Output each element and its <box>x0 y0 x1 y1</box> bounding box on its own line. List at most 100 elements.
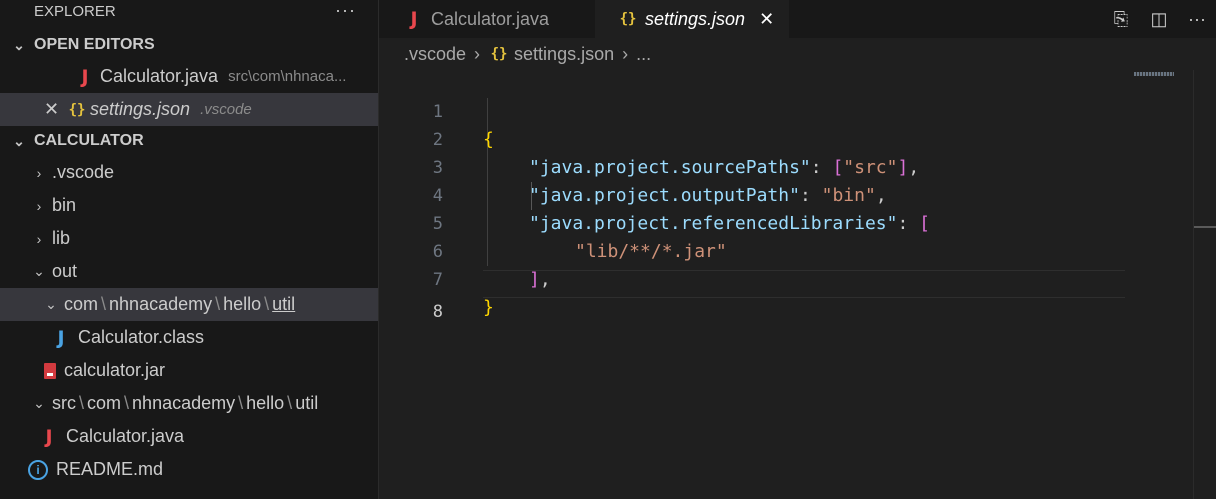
json-string: "bin" <box>821 185 876 206</box>
chevron-right-icon: › <box>622 43 629 64</box>
code-line: 6 ], <box>379 210 551 290</box>
json-key: "java.project.sourcePaths" <box>529 157 811 178</box>
path-separator: \ <box>124 393 130 413</box>
open-editor-settings-json[interactable]: ✕ {} settings.json .vscode <box>0 93 378 126</box>
close-icon[interactable]: ✕ <box>44 99 64 120</box>
project-section[interactable]: ⌄ CALCULATOR <box>0 126 378 156</box>
chevron-down-icon: ⌄ <box>33 395 45 411</box>
project-label: CALCULATOR <box>34 132 144 149</box>
path-segment: nhnacademy <box>132 393 236 413</box>
path-segment: nhnacademy <box>109 294 213 314</box>
code-line: 1 { <box>379 70 494 150</box>
chevron-right-icon: › <box>474 43 481 64</box>
java-file-icon: J <box>410 8 418 30</box>
explorer-title: EXPLORER <box>34 3 116 20</box>
open-editors-section[interactable]: ⌄ OPEN EDITORS <box>0 30 378 60</box>
json-file-icon: {} <box>490 46 508 62</box>
path-segment: hello <box>246 393 285 413</box>
tree-file-calculator-jar[interactable]: calculator.jar <box>0 354 378 387</box>
chevron-down-icon: ⌄ <box>33 263 45 279</box>
code-editor[interactable]: 1 { 2 "java.project.sourcePaths": ["src"… <box>379 70 1216 499</box>
tree-file-readme[interactable]: i README.md <box>0 453 378 486</box>
tree-item-label: .vscode <box>52 162 115 182</box>
chevron-down-icon: ⌄ <box>13 132 25 149</box>
code-line: 3 "java.project.outputPath": "bin", <box>379 126 887 206</box>
breadcrumb-folder[interactable]: .vscode <box>404 44 466 65</box>
path-separator: \ <box>79 393 85 413</box>
tree-file-calculator-java[interactable]: J Calculator.java <box>0 420 378 453</box>
tree-item-label: Calculator.java <box>66 426 185 446</box>
path-separator: \ <box>238 393 244 413</box>
tab-settings-json[interactable]: {} settings.json ✕ <box>595 0 789 38</box>
open-editor-name: settings.json <box>90 99 191 119</box>
tab-label: settings.json <box>645 8 746 29</box>
tree-folder-com-nhnacademy-hello-util[interactable]: ⌄ com \ nhnacademy \ hello \ util <box>0 288 378 321</box>
java-class-icon: J <box>57 326 65 349</box>
tree-folder-lib[interactable]: › lib <box>0 222 378 255</box>
breadcrumb-file[interactable]: settings.json <box>514 44 614 65</box>
open-editor-path: .vscode <box>200 101 252 118</box>
open-editor-name: Calculator.java <box>100 66 219 86</box>
editor-actions: ⎘ ◫ ··· <box>1102 0 1216 38</box>
vertical-scrollbar[interactable] <box>1193 70 1216 499</box>
tab-label: Calculator.java <box>431 8 550 29</box>
json-file-icon: {} <box>68 101 86 118</box>
tree-folder-vscode[interactable]: › .vscode <box>0 156 378 189</box>
tree-file-calculator-class[interactable]: J Calculator.class <box>0 321 378 354</box>
path-segment: util <box>272 294 296 314</box>
json-key: "java.project.referencedLibraries" <box>529 213 898 234</box>
tree-item-label: calculator.jar <box>64 360 166 380</box>
breadcrumb: .vscode › {} settings.json › ... <box>379 38 1216 70</box>
open-editor-path: src\com\nhnaca... <box>228 68 347 85</box>
tree-item-label: README.md <box>56 459 164 479</box>
close-icon[interactable]: ✕ <box>759 9 774 30</box>
chevron-down-icon: ⌄ <box>45 296 57 312</box>
code-line: 5 "lib/**/*.jar" <box>379 182 727 262</box>
tree-item-label: bin <box>52 195 77 215</box>
colon: : <box>799 185 822 206</box>
json-string: "lib/**/*.jar" <box>575 241 727 262</box>
json-key: "java.project.outputPath" <box>529 185 800 206</box>
breadcrumb-more[interactable]: ... <box>636 44 651 65</box>
tab-calculator-java[interactable]: J Calculator.java <box>379 0 593 38</box>
code-line-current: 8 <box>379 270 443 322</box>
path-separator: \ <box>264 294 270 314</box>
comma: , <box>908 157 920 178</box>
chevron-right-icon: › <box>36 197 42 214</box>
json-file-icon: {} <box>619 11 637 27</box>
java-file-icon: J <box>45 425 53 448</box>
current-line-highlight <box>483 270 1125 298</box>
tree-folder-bin[interactable]: › bin <box>0 189 378 222</box>
bracket: [ <box>919 213 930 234</box>
tree-item-label: out <box>52 261 78 281</box>
indent-guide <box>487 98 488 266</box>
open-editors-label: OPEN EDITORS <box>34 36 155 53</box>
scrollbar-cursor-marker <box>1194 226 1216 228</box>
tree-item-label: lib <box>52 228 71 248</box>
code-line: 7 } <box>379 238 494 318</box>
chevron-right-icon: › <box>36 164 42 181</box>
tree-folder-out[interactable]: ⌄ out <box>0 255 378 288</box>
path-separator: \ <box>287 393 293 413</box>
explorer-sidebar: EXPLORER ··· ⌄ OPEN EDITORS J Calculator… <box>0 0 379 499</box>
tree-folder-src-com-nhnacademy-hello-util[interactable]: ⌄ src \ com \ nhnacademy \ hello \ util <box>0 387 378 420</box>
tree-item-label: Calculator.class <box>78 327 205 347</box>
path-segment: com <box>64 294 99 314</box>
code-line: 4 "java.project.referencedLibraries": [ <box>379 154 930 234</box>
more-actions-icon[interactable]: ··· <box>335 0 356 22</box>
bracket: ] <box>897 157 909 178</box>
path-segment: com <box>87 393 122 413</box>
brace: { <box>483 129 494 150</box>
colon: : <box>810 157 833 178</box>
line-number: 8 <box>432 302 443 322</box>
split-editor-icon[interactable]: ◫ <box>1140 9 1178 30</box>
comma: , <box>875 185 887 206</box>
comma: , <box>539 269 551 290</box>
path-segment: src <box>52 393 76 413</box>
more-actions-icon[interactable]: ··· <box>1178 9 1216 30</box>
minimap[interactable] <box>1134 72 1174 76</box>
explorer-header: EXPLORER ··· <box>0 0 378 30</box>
open-editor-calculator-java[interactable]: J Calculator.java src\com\nhnaca... <box>0 60 378 93</box>
chevron-down-icon: ⌄ <box>13 36 25 53</box>
open-changes-icon[interactable]: ⎘ <box>1102 9 1140 30</box>
